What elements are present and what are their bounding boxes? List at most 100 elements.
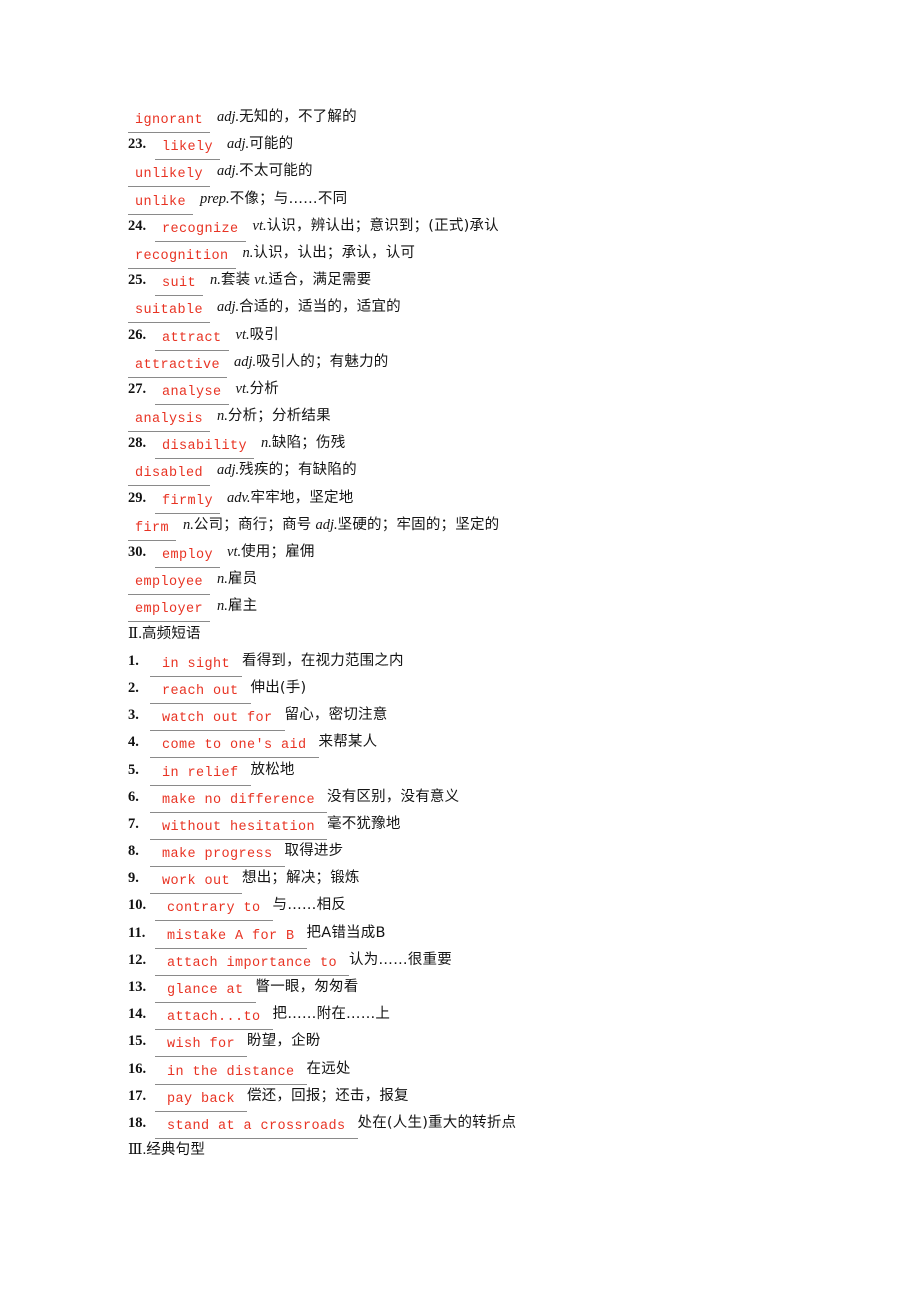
answer-blank[interactable]: stand at a crossroads bbox=[155, 1117, 358, 1139]
answer-blank[interactable]: work out bbox=[150, 872, 243, 895]
phrase-entry: 3. watch out for 留心，密切注意 bbox=[128, 702, 828, 732]
answer-blank[interactable]: make no difference bbox=[150, 791, 328, 813]
entry-number: 12. bbox=[128, 951, 147, 968]
part-of-speech: adj. bbox=[217, 109, 240, 125]
entry-number: 5. bbox=[128, 761, 139, 778]
entry-number: 28. bbox=[128, 435, 147, 452]
entry-number: 18. bbox=[128, 1114, 147, 1131]
entry-number: 10. bbox=[128, 897, 147, 914]
content-column: ignorant adj. 无知的，不了解的 23. likely adj. 可能的 unli… bbox=[128, 104, 828, 1164]
answer-blank[interactable]: attractive bbox=[128, 356, 228, 378]
phrase-entry: 2. reach out 伸出(手) bbox=[128, 675, 828, 704]
part-of-speech: n. bbox=[217, 571, 228, 588]
vocabulary-list: ignorant adj. 无知的，不了解的 23. likely adj. 可能的 unli… bbox=[128, 104, 828, 623]
answer-blank[interactable]: attract bbox=[155, 329, 229, 351]
entry-number: 6. bbox=[128, 788, 139, 805]
answer-blank[interactable]: disability bbox=[155, 437, 255, 460]
answer-blank[interactable]: recognition bbox=[128, 247, 236, 269]
chinese-gloss: 来帮某人 bbox=[318, 734, 378, 751]
vocabulary-entry: 26. attract vt. 吸引 bbox=[128, 322, 828, 351]
entry-number: 7. bbox=[128, 815, 139, 832]
answer-blank[interactable]: firmly bbox=[155, 492, 221, 514]
answer-blank[interactable]: pay back bbox=[155, 1090, 248, 1112]
answer-blank[interactable]: employ bbox=[155, 546, 221, 568]
part-of-speech: adj. bbox=[227, 136, 250, 153]
phrase-entry: 1. in sight 看得到，在视力范围之内 bbox=[128, 648, 828, 677]
entry-number: 25. bbox=[128, 272, 147, 289]
chinese-gloss: 雇主 bbox=[227, 598, 258, 615]
answer-blank[interactable]: watch out for bbox=[150, 709, 285, 732]
chinese-gloss: 分析 bbox=[249, 380, 280, 397]
part-of-speech: vt. bbox=[235, 326, 250, 343]
section-title: 经典句型 bbox=[146, 1142, 206, 1159]
phrase-entry: 18. stand at a crossroads 处在(人生)重大的转折点 bbox=[128, 1110, 828, 1139]
chinese-gloss: 不像；与……不同 bbox=[229, 190, 348, 207]
answer-blank[interactable]: attach importance to bbox=[155, 954, 350, 976]
answer-blank[interactable]: in relief bbox=[150, 764, 251, 786]
vocabulary-entry: 24. recognize vt. 认识，辨认出；意识到；(正式)承认 bbox=[128, 213, 828, 242]
chinese-gloss: 牢牢地，坚定地 bbox=[250, 489, 354, 506]
answer-blank[interactable]: come to one's aid bbox=[150, 736, 319, 759]
chinese-gloss: 取得进步 bbox=[284, 843, 344, 860]
part-of-speech: adv. bbox=[227, 489, 251, 506]
answer-blank[interactable]: unlikely bbox=[128, 165, 211, 188]
answer-blank[interactable]: likely bbox=[155, 138, 221, 161]
entry-number: 8. bbox=[128, 843, 139, 860]
section-heading-sentences: Ⅲ.经典句型 bbox=[128, 1137, 828, 1164]
answer-blank[interactable]: disabled bbox=[128, 464, 211, 487]
chinese-gloss-secondary: 适合，满足需要 bbox=[268, 272, 372, 289]
phrase-entry: 14. attach...to 把……附在……上 bbox=[128, 1001, 828, 1031]
answer-blank[interactable]: without hesitation bbox=[150, 818, 328, 840]
phrase-entry: 17. pay back 偿还，回报；还击，报复 bbox=[128, 1083, 828, 1112]
chinese-gloss: 雇员 bbox=[227, 571, 258, 588]
document-page: ignorant adj. 无知的，不了解的 23. likely adj. 可能的 unli… bbox=[0, 0, 920, 1302]
answer-blank[interactable]: in sight bbox=[150, 655, 243, 677]
section-title: 高频短语 bbox=[141, 625, 201, 642]
entry-number: 13. bbox=[128, 979, 147, 995]
chinese-gloss: 没有区别，没有意义 bbox=[327, 788, 460, 805]
answer-blank[interactable]: employer bbox=[128, 600, 211, 623]
answer-blank[interactable]: analyse bbox=[155, 383, 229, 405]
part-of-speech: n. bbox=[261, 435, 272, 452]
chinese-gloss: 偿还，回报；还击，报复 bbox=[247, 1087, 409, 1104]
chinese-gloss: 处在(人生)重大的转折点 bbox=[357, 1114, 517, 1131]
answer-blank[interactable]: wish for bbox=[155, 1035, 248, 1058]
entry-number: 3. bbox=[128, 707, 139, 724]
answer-blank[interactable]: attach...to bbox=[155, 1008, 273, 1031]
answer-blank[interactable]: unlike bbox=[128, 193, 194, 215]
answer-blank[interactable]: contrary to bbox=[155, 899, 273, 922]
chinese-gloss: 盼望，企盼 bbox=[247, 1033, 321, 1050]
answer-blank[interactable]: make progress bbox=[150, 845, 285, 868]
part-of-speech: vt. bbox=[227, 544, 242, 560]
answer-blank[interactable]: in the distance bbox=[155, 1063, 307, 1085]
entry-number: 16. bbox=[128, 1060, 147, 1077]
answer-blank[interactable]: firm bbox=[128, 519, 177, 541]
answer-blank[interactable]: glance at bbox=[155, 981, 256, 1003]
part-of-speech: adj. bbox=[217, 299, 240, 316]
answer-blank[interactable]: analysis bbox=[128, 410, 211, 433]
vocabulary-entry: suitable adj. 合适的，适当的，适宜的 bbox=[128, 294, 828, 324]
entry-number: 27. bbox=[128, 380, 147, 397]
chinese-gloss: 无知的，不了解的 bbox=[239, 109, 357, 125]
answer-blank[interactable]: suitable bbox=[128, 301, 211, 324]
chinese-gloss: 伸出(手) bbox=[250, 679, 307, 696]
answer-blank[interactable]: reach out bbox=[150, 682, 251, 704]
answer-blank[interactable]: mistake A for B bbox=[155, 927, 307, 949]
answer-blank[interactable]: recognize bbox=[155, 220, 246, 242]
chinese-gloss-secondary: 坚硬的；牢固的；坚定的 bbox=[337, 516, 500, 533]
answer-blank[interactable]: ignorant bbox=[128, 111, 211, 133]
phrase-entry: 5. in relief 放松地 bbox=[128, 757, 828, 786]
part-of-speech: adj. bbox=[217, 462, 240, 479]
chinese-gloss: 可能的 bbox=[249, 136, 294, 153]
phrase-entry: 9. work out 想出；解决；锻炼 bbox=[128, 865, 828, 895]
chinese-gloss: 留心，密切注意 bbox=[284, 707, 388, 724]
chinese-gloss: 把……附在……上 bbox=[272, 1006, 391, 1023]
part-of-speech: prep. bbox=[200, 190, 230, 207]
entry-number: 14. bbox=[128, 1006, 147, 1023]
answer-blank[interactable]: employee bbox=[128, 573, 211, 596]
phrase-entry: 7. without hesitation 毫不犹豫地 bbox=[128, 811, 828, 840]
chinese-gloss: 吸引人的；有魅力的 bbox=[256, 353, 389, 370]
chinese-gloss: 瞥一眼，匆匆看 bbox=[255, 979, 359, 995]
entry-number: 23. bbox=[128, 136, 147, 153]
answer-blank[interactable]: suit bbox=[155, 274, 204, 297]
